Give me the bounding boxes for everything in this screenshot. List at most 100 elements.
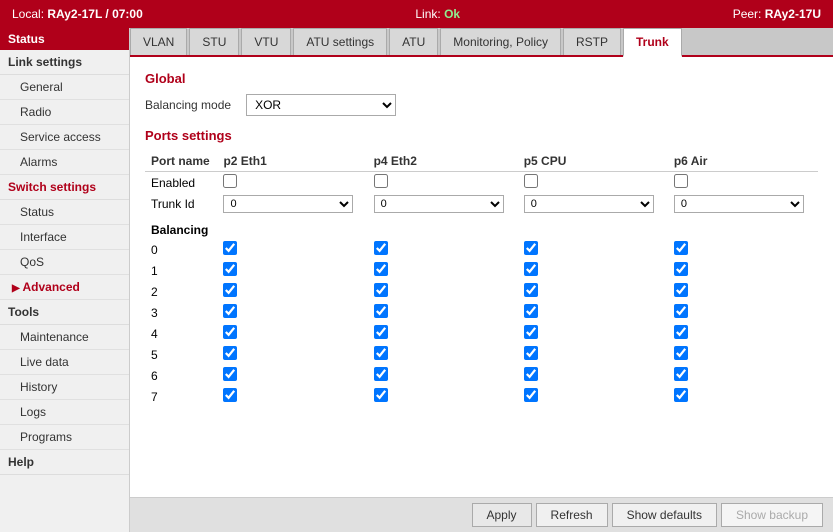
p5-bal-2[interactable]	[524, 283, 538, 297]
balancing-mode-row: Balancing mode XOR Round Robin Active-Ba…	[145, 94, 818, 116]
sidebar-item-live-data[interactable]: Live data	[0, 350, 129, 375]
tab-atu-settings[interactable]: ATU settings	[293, 28, 387, 55]
p4-bal-7[interactable]	[374, 388, 388, 402]
p4-eth2-header: p4 Eth2	[368, 151, 518, 172]
p5-bal-5[interactable]	[524, 346, 538, 360]
sidebar-help-title[interactable]: Help	[0, 450, 129, 475]
p4-bal-5[interactable]	[374, 346, 388, 360]
p5-enabled-cell	[518, 172, 668, 194]
p4-bal-2[interactable]	[374, 283, 388, 297]
ports-table: Port name p2 Eth1 p4 Eth2 p5 CPU p6 Air …	[145, 151, 818, 407]
balancing-row-7: 7	[145, 386, 818, 407]
p2-enabled-checkbox[interactable]	[223, 174, 237, 188]
p6-enabled-checkbox[interactable]	[674, 174, 688, 188]
p6-bal-6[interactable]	[674, 367, 688, 381]
balancing-label: Balancing	[145, 215, 217, 239]
p4-trunk-id-cell: 0	[368, 193, 518, 215]
p4-bal-1[interactable]	[374, 262, 388, 276]
tab-rstp[interactable]: RSTP	[563, 28, 621, 55]
sidebar-item-advanced[interactable]: Advanced	[0, 275, 129, 300]
show-backup-button[interactable]: Show backup	[721, 503, 823, 527]
p5-bal-7[interactable]	[524, 388, 538, 402]
p5-trunk-id-cell: 0	[518, 193, 668, 215]
sidebar-item-logs[interactable]: Logs	[0, 400, 129, 425]
p4-trunk-id-select[interactable]: 0	[374, 195, 504, 213]
p6-bal-0[interactable]	[674, 241, 688, 255]
top-bar: Local: RAy2-17L / 07:00 Link: Ok Peer: R…	[0, 0, 833, 28]
balancing-header-row: Balancing	[145, 215, 818, 239]
tab-trunk[interactable]: Trunk	[623, 28, 682, 57]
sidebar-item-interface[interactable]: Interface	[0, 225, 129, 250]
tab-atu[interactable]: ATU	[389, 28, 438, 55]
p6-bal-3[interactable]	[674, 304, 688, 318]
p4-bal-0[interactable]	[374, 241, 388, 255]
p2-bal-3[interactable]	[223, 304, 237, 318]
sidebar-link-settings-title[interactable]: Link settings	[0, 50, 129, 75]
balancing-mode-label: Balancing mode	[145, 98, 231, 112]
enabled-label: Enabled	[145, 172, 217, 194]
balancing-mode-select[interactable]: XOR Round Robin Active-Backup	[246, 94, 396, 116]
sidebar-item-programs[interactable]: Programs	[0, 425, 129, 450]
p2-bal-2[interactable]	[223, 283, 237, 297]
sidebar-item-status[interactable]: Status	[0, 200, 129, 225]
p2-trunk-id-select[interactable]: 0	[223, 195, 353, 213]
refresh-button[interactable]: Refresh	[536, 503, 608, 527]
sidebar-item-service-access[interactable]: Service access	[0, 125, 129, 150]
content-panel: Global Balancing mode XOR Round Robin Ac…	[130, 57, 833, 497]
p6-bal-4[interactable]	[674, 325, 688, 339]
sidebar-item-history[interactable]: History	[0, 375, 129, 400]
peer-value: RAy2-17U	[765, 7, 821, 21]
p6-bal-7[interactable]	[674, 388, 688, 402]
balancing-2-label: 2	[145, 281, 217, 302]
sidebar-item-alarms[interactable]: Alarms	[0, 150, 129, 175]
sidebar-tools-title[interactable]: Tools	[0, 300, 129, 325]
balancing-row-5: 5	[145, 344, 818, 365]
p5-bal-1[interactable]	[524, 262, 538, 276]
balancing-row-6: 6	[145, 365, 818, 386]
p5-bal-0[interactable]	[524, 241, 538, 255]
p2-bal-1[interactable]	[223, 262, 237, 276]
tab-stu[interactable]: STU	[189, 28, 239, 55]
balancing-1-label: 1	[145, 260, 217, 281]
trunk-id-label: Trunk Id	[145, 193, 217, 215]
sidebar-item-maintenance[interactable]: Maintenance	[0, 325, 129, 350]
balancing-4-label: 4	[145, 323, 217, 344]
p6-trunk-id-select[interactable]: 0	[674, 195, 804, 213]
sidebar-item-radio[interactable]: Radio	[0, 100, 129, 125]
p6-bal-1[interactable]	[674, 262, 688, 276]
trunk-id-row: Trunk Id 0 0 0 0	[145, 193, 818, 215]
p4-bal-4[interactable]	[374, 325, 388, 339]
sidebar-item-qos[interactable]: QoS	[0, 250, 129, 275]
p4-enabled-checkbox[interactable]	[374, 174, 388, 188]
p5-bal-6[interactable]	[524, 367, 538, 381]
balancing-row-1: 1	[145, 260, 818, 281]
p2-bal-5[interactable]	[223, 346, 237, 360]
show-defaults-button[interactable]: Show defaults	[612, 503, 717, 527]
sidebar-item-general[interactable]: General	[0, 75, 129, 100]
p5-bal-4[interactable]	[524, 325, 538, 339]
tab-monitoring-policy[interactable]: Monitoring, Policy	[440, 28, 561, 55]
p6-bal-5[interactable]	[674, 346, 688, 360]
content-area: VLAN STU VTU ATU settings ATU Monitoring…	[130, 28, 833, 532]
sidebar-status-title[interactable]: Status	[0, 28, 129, 50]
p2-bal-6[interactable]	[223, 367, 237, 381]
p4-bal-3[interactable]	[374, 304, 388, 318]
peer-label: Peer:	[733, 7, 762, 21]
balancing-7-label: 7	[145, 386, 217, 407]
p6-air-header: p6 Air	[668, 151, 818, 172]
p4-bal-6[interactable]	[374, 367, 388, 381]
p2-bal-7[interactable]	[223, 388, 237, 402]
p6-bal-2[interactable]	[674, 283, 688, 297]
p5-bal-3[interactable]	[524, 304, 538, 318]
sidebar-switch-settings-title[interactable]: Switch settings	[0, 175, 129, 200]
p5-trunk-id-select[interactable]: 0	[524, 195, 654, 213]
apply-button[interactable]: Apply	[472, 503, 532, 527]
p2-bal-0[interactable]	[223, 241, 237, 255]
p5-cpu-header: p5 CPU	[518, 151, 668, 172]
tab-vtu[interactable]: VTU	[241, 28, 291, 55]
local-value: RAy2-17L / 07:00	[47, 7, 142, 21]
p2-bal-4[interactable]	[223, 325, 237, 339]
p5-enabled-checkbox[interactable]	[524, 174, 538, 188]
balancing-row-4: 4	[145, 323, 818, 344]
tab-vlan[interactable]: VLAN	[130, 28, 187, 55]
